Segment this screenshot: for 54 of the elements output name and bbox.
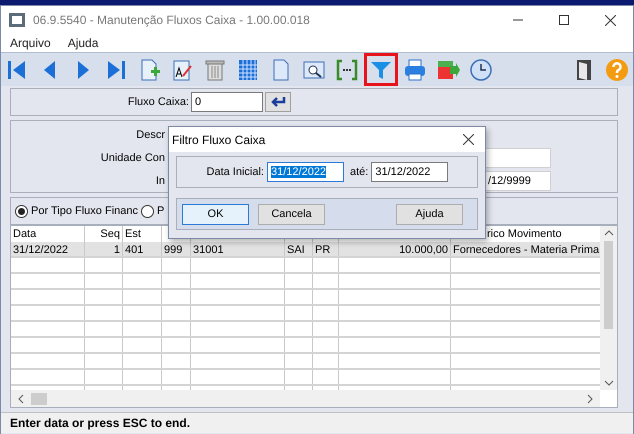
status-bar: Enter data or press ESC to end. bbox=[1, 412, 633, 433]
date-field[interactable]: 31/12/2022 bbox=[371, 162, 448, 182]
calendar-grid-icon bbox=[236, 58, 260, 82]
table-cell: 10.000,00 bbox=[339, 242, 451, 256]
field-label: Fluxo Caixa: bbox=[126, 96, 190, 108]
radio-button[interactable] bbox=[141, 204, 154, 218]
menu-item[interactable]: Arquivo bbox=[10, 36, 51, 50]
enter-button[interactable] bbox=[265, 92, 291, 112]
field-label: Data Inicial: bbox=[206, 166, 265, 178]
field-label: Unidade Con bbox=[100, 152, 166, 164]
close-icon bbox=[462, 134, 474, 145]
enter-arrow-icon bbox=[270, 97, 286, 107]
field-label: In bbox=[154, 174, 166, 186]
scroll-up-icon[interactable] bbox=[604, 229, 614, 237]
table-row[interactable]: 31/12/2022 1 401 999 31001 SAI PR 10.000,00 Fornecedores - Materia Prima bbox=[11, 242, 600, 258]
input-field[interactable] bbox=[484, 148, 551, 168]
window-title: 06.9.5540 - Manutenção Fluxos Caixa - 1.00.00.018 bbox=[33, 13, 311, 27]
radio-button[interactable] bbox=[15, 204, 28, 218]
table-cell: 1 bbox=[85, 242, 123, 256]
table-cell: SAI bbox=[285, 242, 313, 256]
printer-icon bbox=[403, 58, 427, 82]
close-icon bbox=[604, 14, 616, 26]
radio-label: P bbox=[157, 205, 164, 217]
maximize-icon bbox=[559, 15, 569, 25]
dialog-button[interactable]: Ajuda bbox=[396, 204, 463, 224]
menu-item[interactable]: Ajuda bbox=[68, 36, 98, 50]
scroll-left-icon[interactable] bbox=[17, 394, 25, 404]
dialog-button[interactable]: Cancela bbox=[258, 204, 325, 224]
toolbar-button[interactable] bbox=[335, 58, 359, 82]
dialog-button[interactable]: OK bbox=[182, 204, 249, 224]
scroll-right-icon[interactable] bbox=[586, 394, 594, 404]
table-cell: PR bbox=[313, 242, 339, 256]
field-label: até: bbox=[350, 166, 368, 178]
scroll-down-icon[interactable] bbox=[604, 379, 614, 387]
field-label: Descr bbox=[135, 128, 166, 140]
clock-icon bbox=[469, 58, 493, 82]
brackets-icon bbox=[335, 58, 359, 82]
input-field[interactable]: /12/9999 bbox=[484, 170, 551, 190]
scrollbar-thumb[interactable] bbox=[31, 392, 47, 404]
table-cell: 31001 bbox=[191, 242, 285, 256]
table-cell: 999 bbox=[162, 242, 191, 256]
help-icon bbox=[605, 58, 629, 82]
table-cell: 401 bbox=[123, 242, 162, 256]
date-field[interactable]: 31/12/2022 bbox=[267, 162, 344, 182]
vertical-scrollbar[interactable] bbox=[600, 226, 617, 390]
minimize-icon bbox=[513, 19, 523, 21]
app-icon bbox=[9, 13, 25, 27]
table-cell: 31/12/2022 bbox=[11, 242, 85, 256]
radio-label: Por Tipo Fluxo Financ bbox=[31, 205, 138, 217]
scrollbar-thumb[interactable] bbox=[604, 241, 613, 329]
horizontal-scrollbar[interactable] bbox=[11, 390, 600, 407]
dialog-title: Filtro Fluxo Caixa bbox=[172, 132, 266, 146]
input-field[interactable]: 0 bbox=[191, 92, 263, 112]
trash-icon bbox=[203, 58, 227, 82]
